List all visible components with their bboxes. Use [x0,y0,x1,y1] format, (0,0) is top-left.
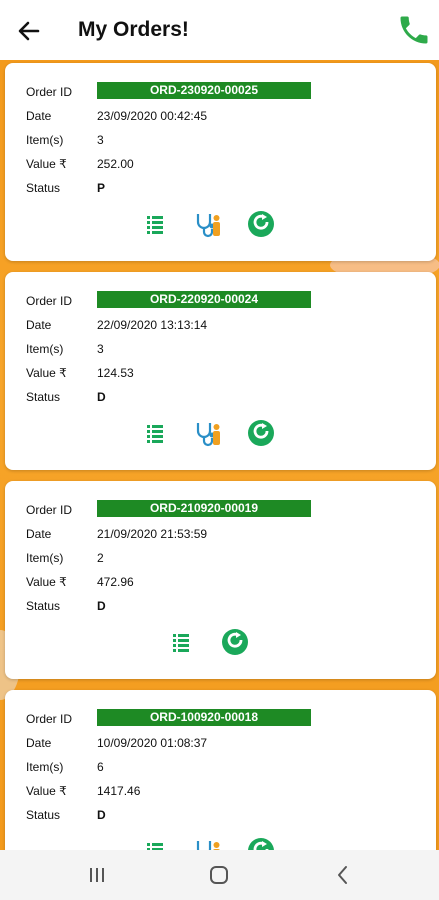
order-id-label: Order ID [26,294,73,308]
items-label: Item(s) [26,133,64,147]
status-label: Status [26,181,61,195]
date-label: Date [26,736,52,750]
reorder-button[interactable] [246,836,276,850]
order-actions [5,627,436,659]
home-button[interactable] [206,862,232,888]
order-id-badge: ORD-220920-00024 [97,291,311,308]
view-items-button[interactable] [140,209,170,239]
status-value: D [97,390,106,404]
items-value: 2 [97,551,104,565]
doctor-stethoscope-icon [196,214,220,238]
nav-back-button[interactable] [330,862,356,888]
items-value: 3 [97,342,104,356]
date-value: 21/09/2020 21:53:59 [97,527,208,541]
order-card[interactable]: Order ID ORD-230920-00025 Date 23/09/202… [5,63,436,261]
reorder-button[interactable] [246,209,276,239]
list-icon [147,216,163,234]
order-actions [5,418,436,450]
reorder-icon [248,838,274,850]
date-label: Date [26,527,52,541]
order-card[interactable]: Order ID ORD-210920-00019 Date 21/09/202… [5,481,436,679]
consult-doctor-button[interactable] [192,836,222,850]
items-value: 3 [97,133,104,147]
items-value: 6 [97,760,104,774]
order-card[interactable]: Order ID ORD-100920-00018 Date 10/09/202… [5,690,436,850]
date-value: 23/09/2020 00:42:45 [97,109,208,123]
date-value: 22/09/2020 13:13:14 [97,318,208,332]
reorder-icon [222,629,248,655]
system-nav-bar [0,850,439,900]
value-amount: 472.96 [97,575,134,589]
status-label: Status [26,390,61,404]
date-label: Date [26,109,52,123]
consult-doctor-button[interactable] [192,209,222,239]
order-id-label: Order ID [26,503,73,517]
reorder-button[interactable] [220,627,250,657]
items-label: Item(s) [26,342,64,356]
status-label: Status [26,808,61,822]
home-icon [210,866,228,884]
doctor-stethoscope-icon [196,841,220,850]
value-amount: 252.00 [97,157,134,171]
view-items-button[interactable] [140,418,170,448]
value-label: Value ₹ [26,575,67,589]
date-label: Date [26,318,52,332]
status-label: Status [26,599,61,613]
recent-apps-button[interactable] [84,862,110,888]
call-button[interactable] [396,12,432,48]
arrow-left-icon [18,21,40,41]
page-title: My Orders! [78,18,189,41]
consult-doctor-button[interactable] [192,418,222,448]
order-id-badge: ORD-210920-00019 [97,500,311,517]
back-button[interactable] [14,16,44,46]
order-id-label: Order ID [26,712,73,726]
view-items-button[interactable] [140,836,170,850]
value-amount: 1417.46 [97,784,141,798]
order-id-badge: ORD-230920-00025 [97,82,311,99]
status-value: D [97,808,106,822]
reorder-icon [248,211,274,237]
list-icon [147,843,163,850]
reorder-icon [248,420,274,446]
items-label: Item(s) [26,551,64,565]
value-label: Value ₹ [26,784,67,798]
status-value: P [97,181,106,195]
status-value: D [97,599,106,613]
order-id-badge: ORD-100920-00018 [97,709,311,726]
order-card[interactable]: Order ID ORD-220920-00024 Date 22/09/202… [5,272,436,470]
phone-icon [400,16,428,44]
order-actions [5,836,436,850]
orders-list[interactable]: Order ID ORD-230920-00025 Date 23/09/202… [0,60,439,850]
app-bar: My Orders! [0,0,439,60]
date-value: 10/09/2020 01:08:37 [97,736,208,750]
chevron-left-icon [338,866,347,884]
value-amount: 124.53 [97,366,134,380]
list-icon [147,425,163,443]
order-id-label: Order ID [26,85,73,99]
list-icon [173,634,189,652]
view-items-button[interactable] [166,627,196,657]
reorder-button[interactable] [246,418,276,448]
order-actions [5,209,436,241]
value-label: Value ₹ [26,157,67,171]
doctor-stethoscope-icon [196,423,220,447]
value-label: Value ₹ [26,366,67,380]
recent-apps-icon [90,868,104,882]
items-label: Item(s) [26,760,64,774]
